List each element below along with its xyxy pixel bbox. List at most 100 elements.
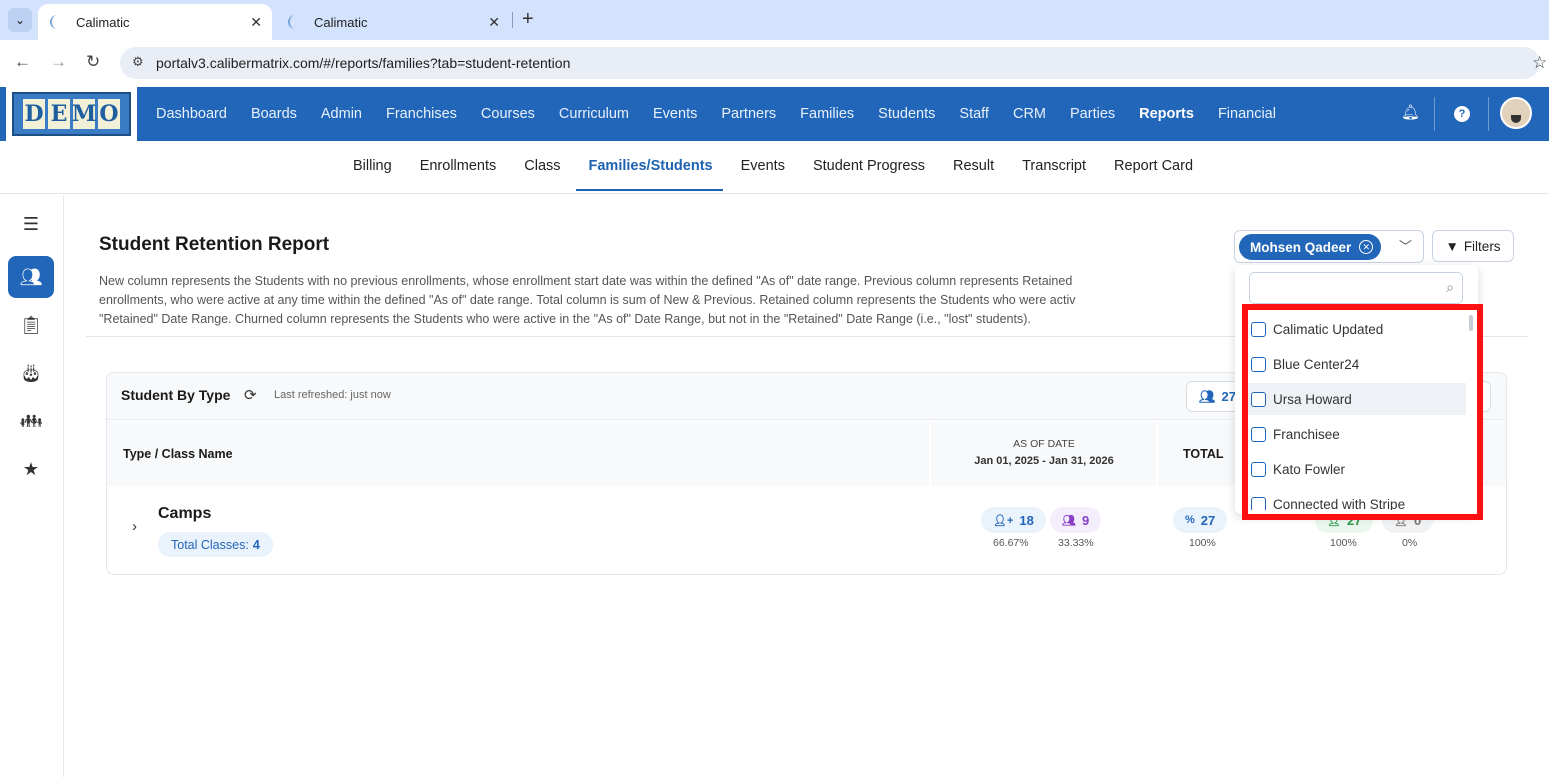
total-classes-value: 4: [252, 537, 260, 552]
nav-item-partners[interactable]: Partners: [721, 106, 776, 122]
tab-result[interactable]: Result: [953, 141, 994, 193]
nav-item-courses[interactable]: Courses: [481, 106, 535, 122]
total-classes-label: Total Classes:: [171, 537, 249, 552]
close-tab-icon[interactable]: ✕: [488, 14, 500, 31]
dropdown-option[interactable]: Blue Center24: [1247, 348, 1466, 380]
bookmark-star-icon[interactable]: ☆: [1532, 53, 1547, 73]
dropdown-options-viewport[interactable]: Calimatic Updated Blue Center24 Ursa Howar…: [1235, 310, 1478, 510]
url-bar[interactable]: ⚙ portalv3.calibermatrix.com/#/reports/f…: [120, 47, 1540, 79]
hamburger-menu-icon[interactable]: ☰: [8, 203, 54, 245]
selected-franchise-chip[interactable]: Mohsen Qadeer ✕: [1239, 234, 1381, 260]
option-checkbox[interactable]: [1251, 497, 1266, 510]
churned-percent: 0%: [1402, 537, 1418, 549]
help-icon[interactable]: ?: [1454, 106, 1470, 122]
as-of-label: AS OF DATE: [1013, 438, 1075, 450]
sidebar-item-families-icon[interactable]: 👥︎: [8, 256, 54, 298]
option-checkbox[interactable]: [1251, 427, 1266, 442]
column-header-as-of-date: AS OF DATE Jan 01, 2025 - Jan 31, 2026: [932, 438, 1156, 467]
column-header-total: TOTAL: [1183, 447, 1224, 461]
option-checkbox[interactable]: [1251, 322, 1266, 337]
close-tab-icon[interactable]: ✕: [250, 14, 262, 31]
browser-tab-active[interactable]: Calimatic ✕: [38, 4, 272, 40]
tab-billing[interactable]: Billing: [353, 141, 392, 193]
nav-item-admin[interactable]: Admin: [321, 106, 362, 122]
nav-item-dashboard[interactable]: Dashboard: [156, 106, 227, 122]
tab-report-card[interactable]: Report Card: [1114, 141, 1193, 193]
nav-item-financial[interactable]: Financial: [1218, 106, 1276, 122]
browser-tab-bar: ⌄ Calimatic ✕ Calimatic ✕ +: [0, 0, 1549, 40]
description-line: New column represents the Students with …: [99, 274, 1073, 288]
report-tab-list: Billing Enrollments Class Families/Students…: [353, 141, 1221, 193]
dropdown-option[interactable]: Franchisee: [1247, 418, 1466, 450]
option-checkbox[interactable]: [1251, 462, 1266, 477]
option-label: Connected with Stripe: [1273, 496, 1406, 511]
chevron-down-icon[interactable]: ﹀: [1399, 236, 1412, 255]
sidebar-item-clipboard-icon[interactable]: 📋︎: [8, 304, 54, 346]
url-text: portalv3.calibermatrix.com/#/reports/fam…: [156, 55, 571, 71]
tab-search-chevron-icon[interactable]: ⌄: [8, 8, 32, 32]
total-students-pill[interactable]: % 27: [1173, 507, 1228, 533]
tab-student-progress[interactable]: Student Progress: [813, 141, 925, 193]
demo-logo[interactable]: DEMO: [6, 87, 137, 141]
card-title: Student By Type: [121, 387, 231, 403]
back-icon[interactable]: ←: [14, 52, 31, 72]
filter-funnel-icon: ▼: [1445, 238, 1459, 254]
dropdown-option[interactable]: Connected with Stripe: [1247, 488, 1466, 510]
new-students-pill[interactable]: 👤︎+ 18: [981, 507, 1046, 533]
site-settings-icon[interactable]: ⚙: [132, 54, 144, 70]
nav-item-curriculum[interactable]: Curriculum: [559, 106, 629, 122]
search-icon: ⌕: [1446, 279, 1454, 295]
dropdown-option[interactable]: Ursa Howard: [1247, 383, 1466, 415]
page-title: Student Retention Report: [99, 234, 330, 255]
forward-icon[interactable]: →: [50, 52, 67, 72]
expand-row-chevron-icon[interactable]: ›: [132, 518, 137, 535]
total-count: 27: [1200, 512, 1216, 528]
description-line: enrollments, who were active at any time…: [99, 293, 1076, 307]
dropdown-option[interactable]: Kato Fowler: [1247, 453, 1466, 485]
new-tab-icon[interactable]: +: [522, 8, 534, 31]
option-checkbox[interactable]: [1251, 357, 1266, 372]
dropdown-scrollbar[interactable]: [1469, 315, 1473, 331]
refresh-icon[interactable]: ⟳: [244, 386, 257, 404]
nav-item-events[interactable]: Events: [653, 106, 697, 122]
nav-item-reports[interactable]: Reports: [1139, 106, 1194, 122]
tab-transcript[interactable]: Transcript: [1022, 141, 1086, 193]
report-tabs: Billing Enrollments Class Families/Students…: [0, 141, 1549, 194]
users-icon: 👥︎: [1199, 388, 1216, 404]
user-avatar[interactable]: [1500, 97, 1532, 129]
nav-item-students[interactable]: Students: [878, 106, 935, 122]
browser-tab-inactive[interactable]: Calimatic ✕: [276, 4, 510, 40]
reload-icon[interactable]: ↻: [86, 52, 100, 72]
previous-count: 9: [1081, 512, 1090, 528]
total-percent: 100%: [1189, 537, 1216, 549]
new-count: 18: [1019, 512, 1034, 528]
sidebar-item-star-icon[interactable]: ★: [8, 448, 54, 490]
tab-class[interactable]: Class: [524, 141, 560, 193]
sidebar-item-users-icon[interactable]: 👪︎: [8, 400, 54, 442]
previous-students-pill[interactable]: 👥︎ 9: [1050, 507, 1102, 533]
nav-item-crm[interactable]: CRM: [1013, 106, 1046, 122]
option-checkbox[interactable]: [1251, 392, 1266, 407]
dropdown-search-input[interactable]: ⌕: [1249, 272, 1463, 304]
dropdown-option[interactable]: Calimatic Updated: [1247, 313, 1466, 345]
total-classes-badge: Total Classes: 4: [158, 532, 273, 557]
option-label: Ursa Howard: [1273, 391, 1352, 407]
nav-item-franchises[interactable]: Franchises: [386, 106, 457, 122]
tab-families-students[interactable]: Families/Students: [589, 141, 713, 193]
remove-chip-icon[interactable]: ✕: [1359, 240, 1374, 254]
logo-letter: O: [98, 99, 120, 129]
sidebar: ☰ 👥︎ 📋︎ 🎂︎ 👪︎ ★: [0, 195, 64, 777]
tab-enrollments[interactable]: Enrollments: [420, 141, 497, 193]
sidebar-item-birthday-cake-icon[interactable]: 🎂︎: [8, 352, 54, 394]
percent-icon: %: [1185, 514, 1195, 526]
bell-icon[interactable]: 🔔︎: [1401, 103, 1420, 121]
nav-item-families[interactable]: Families: [800, 106, 854, 122]
student-count: 27: [1221, 389, 1236, 404]
tab-events[interactable]: Events: [741, 141, 785, 193]
nav-item-staff[interactable]: Staff: [959, 106, 989, 122]
nav-item-parties[interactable]: Parties: [1070, 106, 1115, 122]
filters-button[interactable]: ▼ Filters: [1432, 230, 1514, 262]
tab-title: Calimatic: [76, 14, 130, 30]
nav-item-boards[interactable]: Boards: [251, 106, 297, 122]
row-type-name: Camps: [158, 505, 212, 522]
